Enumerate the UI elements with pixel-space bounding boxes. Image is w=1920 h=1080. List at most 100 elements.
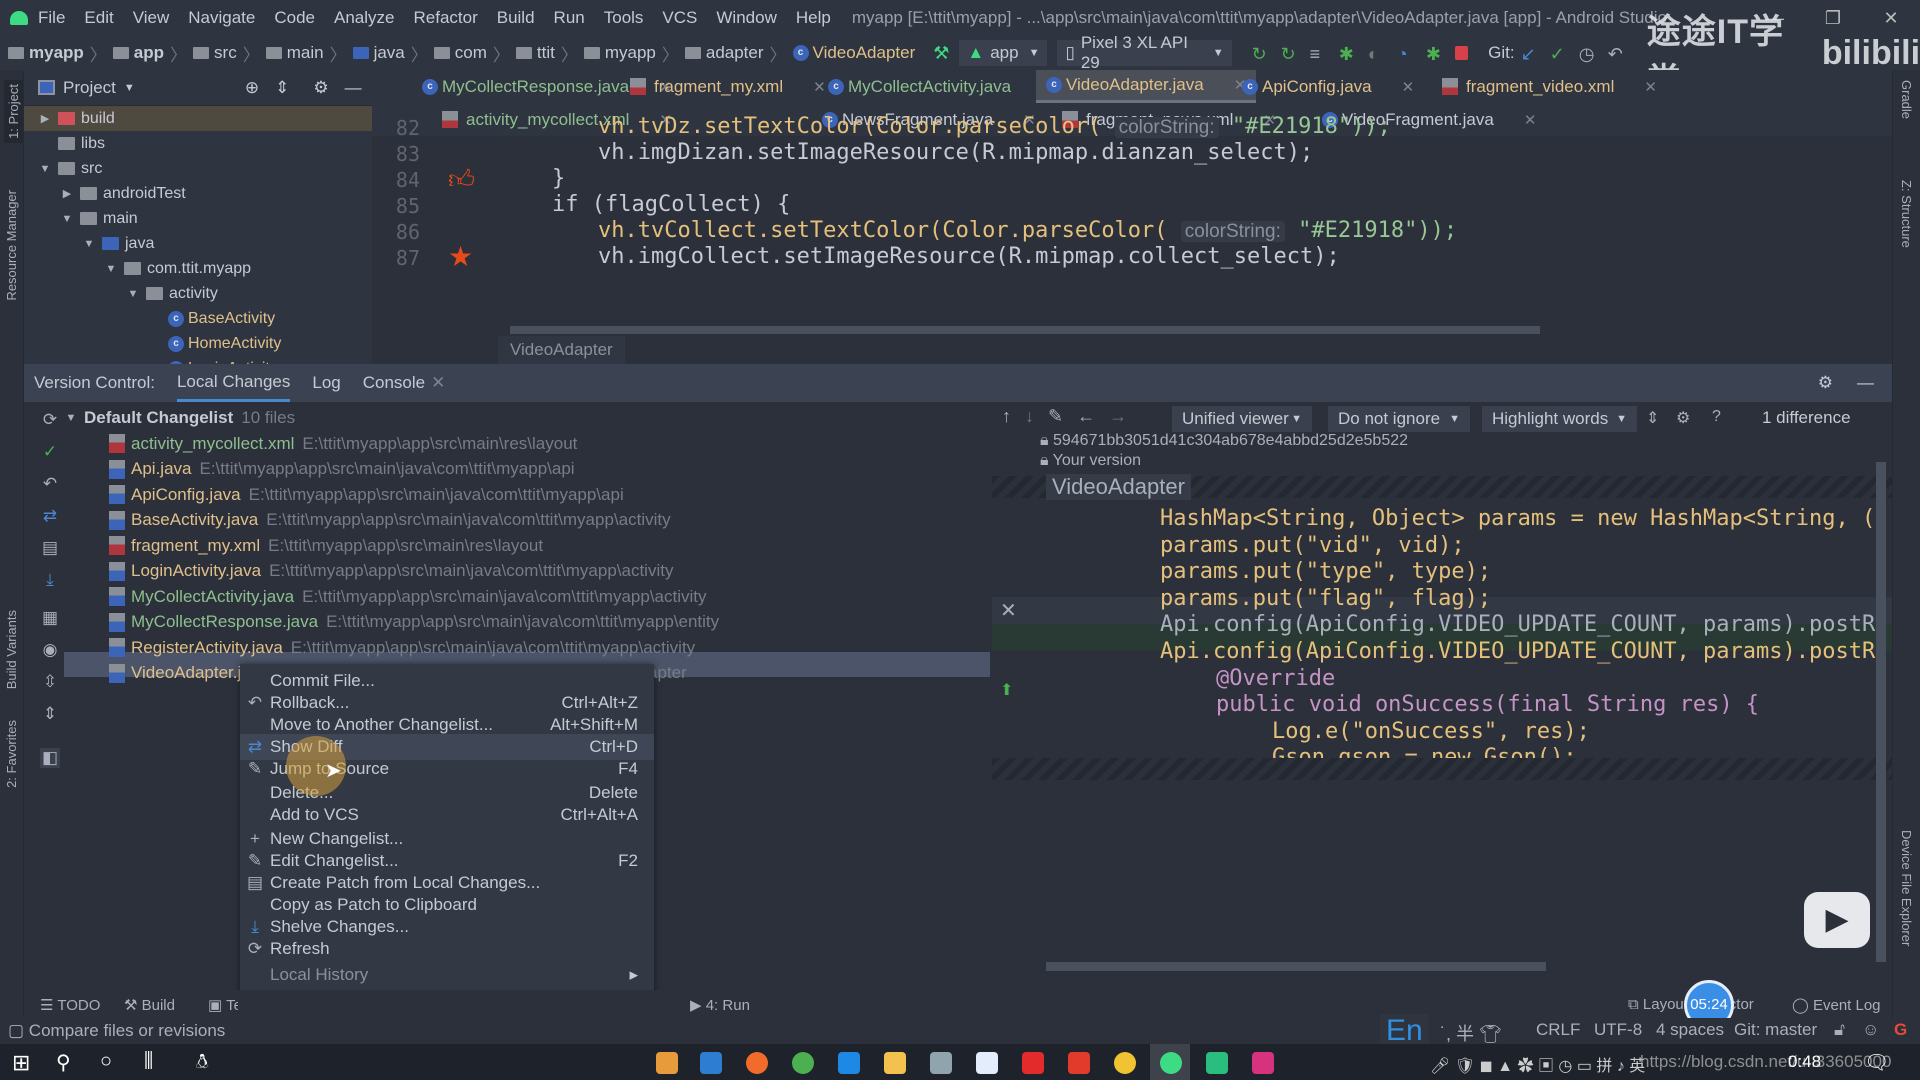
changed-file-row[interactable]: MyCollectActivity.java E:\ttit\myapp\app\… xyxy=(109,584,707,609)
run-config-dropdown[interactable]: ▲ app ▼ xyxy=(959,40,1048,66)
tool-window-resource-manager[interactable]: Resource Manager xyxy=(4,190,19,301)
tool-window-favorites[interactable]: 2: Favorites xyxy=(4,720,19,788)
collapse-all-icon[interactable]: ⇕ xyxy=(40,704,60,724)
code-line[interactable]: } xyxy=(552,166,565,191)
changed-file-row[interactable]: LoginActivity.java E:\ttit\myapp\app\src\… xyxy=(109,559,673,584)
menu-navigate[interactable]: Navigate xyxy=(188,8,255,28)
close-tab-icon[interactable]: ✕ xyxy=(1644,78,1657,96)
diff-context-line[interactable]: public void onSuccess(final String res) … xyxy=(1216,692,1759,717)
menu-analyze[interactable]: Analyze xyxy=(334,8,394,28)
device-dropdown[interactable]: ▯ Pixel 3 XL API 29 ▼ xyxy=(1057,33,1232,72)
expanded-triangle-icon[interactable]: ▼ xyxy=(126,288,140,300)
code-line[interactable]: vh.tvDz.setTextColor(Color.parseColor( c… xyxy=(598,114,1391,139)
close-window-button[interactable]: ✕ xyxy=(1862,8,1920,29)
back-arrow-icon[interactable]: ← xyxy=(1077,406,1095,427)
google-icon[interactable]: G xyxy=(1894,1020,1907,1040)
breadcrumb-app[interactable]: app xyxy=(134,43,164,63)
editor-breadcrumb[interactable]: VideoAdapter xyxy=(498,336,625,364)
breadcrumb-src[interactable]: src xyxy=(214,43,237,63)
inspector-icon[interactable]: ☺ xyxy=(1862,1020,1879,1040)
prev-diff-arrow-icon[interactable]: ↑ xyxy=(1002,406,1011,427)
next-diff-arrow-icon[interactable]: ↓ xyxy=(1025,406,1034,427)
collapsed-triangle-icon[interactable]: ▶ xyxy=(60,187,74,200)
tree-item[interactable]: ▼ activity xyxy=(24,281,372,306)
app-icon[interactable] xyxy=(976,1052,998,1074)
menu-vcs[interactable]: VCS xyxy=(662,8,697,28)
diff-context-line[interactable]: @Override xyxy=(1216,666,1335,691)
breadcrumb-myapp[interactable]: myapp xyxy=(29,43,84,63)
menu-code[interactable]: Code xyxy=(274,8,315,28)
breadcrumb-main[interactable]: main xyxy=(287,43,324,63)
ignore-dropdown[interactable]: Do not ignore ▼ xyxy=(1328,406,1470,432)
breadcrumb-java[interactable]: java xyxy=(374,43,405,63)
chevron-down-icon[interactable]: ▼ xyxy=(124,82,135,94)
git-history-icon[interactable]: ◷ xyxy=(1579,44,1596,64)
tool-window-device-file-explorer[interactable]: Device File Explorer xyxy=(1899,830,1914,946)
context-menu-item[interactable]: Add to VCS Ctrl+Alt+A xyxy=(240,802,654,828)
close-tab-icon[interactable]: ✕ xyxy=(1402,78,1415,96)
collapsed-region-bottom[interactable] xyxy=(992,758,1892,780)
app-icon[interactable] xyxy=(930,1052,952,1074)
diff-context-line[interactable]: params.put("vid", vid); xyxy=(1160,533,1465,558)
netease-music-icon[interactable] xyxy=(1022,1052,1044,1074)
viewer-mode-dropdown[interactable]: Unified viewer ▼ xyxy=(1172,406,1312,432)
app-icon[interactable] xyxy=(700,1052,722,1074)
changed-file-row[interactable]: BaseActivity.java E:\ttit\myapp\app\src\m… xyxy=(109,508,671,533)
debug-icon[interactable]: ✱ xyxy=(1339,44,1356,64)
gear-icon[interactable]: ⚙ xyxy=(313,78,328,98)
cortana-icon[interactable]: ○ xyxy=(100,1050,112,1073)
tool-window-build-variants[interactable]: Build Variants xyxy=(4,610,19,689)
tree-item[interactable]: libs xyxy=(24,131,372,156)
tab-console[interactable]: Console ✕ xyxy=(363,364,446,402)
qq-icon[interactable]: 🐧︎ xyxy=(196,1050,208,1076)
changelist-icon[interactable]: ▤ xyxy=(40,538,60,558)
hammer-build-icon[interactable]: ⚒ xyxy=(933,43,949,64)
youdao-icon[interactable] xyxy=(1068,1052,1090,1074)
diff-removed-line[interactable]: Api.config(ApiConfig.VIDEO_UPDATE_COUNT,… xyxy=(1160,612,1875,637)
breadcrumb-videoadapter[interactable]: VideoAdapter xyxy=(813,43,916,63)
git-commit-icon[interactable]: ✓ xyxy=(1550,44,1567,64)
git-branch[interactable]: Git: master xyxy=(1734,1020,1817,1040)
tree-item[interactable]: ▼ main xyxy=(24,206,372,231)
locate-icon[interactable]: ⊕ xyxy=(245,78,259,98)
tab-log[interactable]: Log xyxy=(312,364,340,402)
diff-horizontal-scrollbar[interactable] xyxy=(1046,962,1546,971)
menu-tools[interactable]: Tools xyxy=(604,8,644,28)
code-line[interactable]: vh.tvCollect.setTextColor(Color.parseCol… xyxy=(598,218,1457,243)
changed-file-row[interactable]: RegisterActivity.java E:\ttit\myapp\app\s… xyxy=(109,635,695,660)
tool-todo[interactable]: ☰ TODO xyxy=(40,996,100,1014)
profile-icon[interactable]: ◔ xyxy=(1397,44,1414,64)
windows-start-icon[interactable]: ⊞ xyxy=(12,1050,30,1076)
apply-changes-icon[interactable]: ↻ xyxy=(1252,44,1269,64)
sync-icon[interactable]: ≡ xyxy=(1310,44,1327,64)
breadcrumb-ttit[interactable]: ttit xyxy=(537,43,555,63)
diff-context-line[interactable]: HashMap<String, Object> params = new Has… xyxy=(1160,506,1875,531)
expanded-triangle-icon[interactable]: ▼ xyxy=(104,263,118,275)
tool-run[interactable]: ▶ 4: Run xyxy=(690,996,750,1014)
tree-item[interactable]: c BaseActivity xyxy=(24,306,372,331)
tab-local-changes[interactable]: Local Changes xyxy=(176,364,291,402)
code-line[interactable]: vh.imgDizan.setImageResource(R.mipmap.di… xyxy=(598,140,1313,165)
changed-file-row[interactable]: Api.java E:\ttit\myapp\app\src\main\java\… xyxy=(109,457,575,482)
readonly-lock-icon[interactable]: 🔓︎ xyxy=(1834,1020,1845,1040)
menu-help[interactable]: Help xyxy=(796,8,831,28)
app-icon[interactable] xyxy=(746,1052,768,1074)
preview-diff-toggle-icon[interactable]: ◧ xyxy=(40,748,60,768)
editor-tab[interactable]: fragment_video.xml ✕ xyxy=(1432,70,1667,103)
highlight-dropdown[interactable]: Highlight words ▼ xyxy=(1482,406,1637,432)
refresh-icon[interactable]: ⟳ xyxy=(40,410,60,430)
changed-file-row[interactable]: MyCollectResponse.java E:\ttit\myapp\app\… xyxy=(109,610,719,635)
tree-item[interactable]: ▼ src xyxy=(24,156,372,181)
context-menu-item[interactable]: ⟳ Refresh xyxy=(240,936,654,962)
changed-file-row[interactable]: fragment_my.xml E:\ttit\myapp\app\src\mai… xyxy=(109,533,543,558)
show-diff-icon[interactable]: ⇄ xyxy=(40,506,60,526)
close-icon[interactable]: ✕ xyxy=(431,373,445,393)
editor-tab[interactable]: fragment_my.xml ✕ xyxy=(620,70,836,103)
menu-view[interactable]: View xyxy=(133,8,170,28)
search-icon[interactable]: ⚲ xyxy=(56,1050,71,1075)
tree-item[interactable]: ▶ build xyxy=(24,106,372,131)
tree-item[interactable]: ▼ com.ttit.myapp xyxy=(24,256,372,281)
preview-eye-icon[interactable]: ◉ xyxy=(40,640,60,660)
changelist-header[interactable]: ▼ Default Changelist 10 files xyxy=(64,408,296,428)
menu-edit[interactable]: Edit xyxy=(84,8,113,28)
